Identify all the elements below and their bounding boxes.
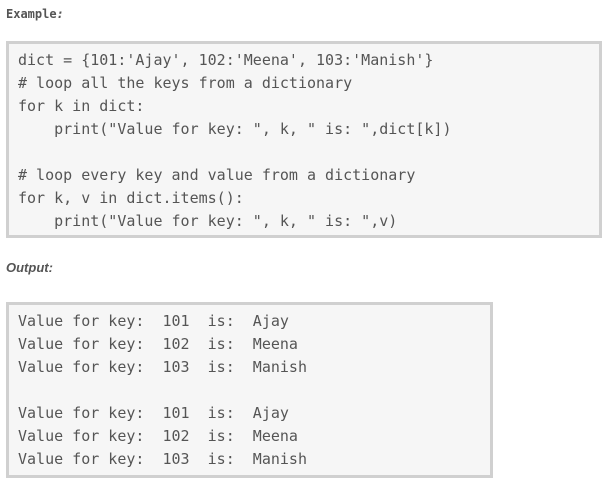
output-line: Value for key: 102 is: Meena [18, 335, 298, 353]
example-code-block: dict = {101:'Ajay', 102:'Meena', 103:'Ma… [6, 41, 602, 238]
code-line: print("Value for key: ", k, " is: ",dict… [18, 120, 452, 138]
code-line: for k, v in dict.items(): [18, 189, 244, 207]
output-heading: Output: [6, 260, 53, 275]
code-line: # loop all the keys from a dictionary [18, 74, 353, 92]
output-line: Value for key: 103 is: Manish [18, 358, 307, 376]
output-line: Value for key: 102 is: Meena [18, 427, 298, 445]
example-heading: Example: [6, 5, 64, 23]
output-line: Value for key: 103 is: Manish [18, 450, 307, 468]
output-code-block: Value for key: 101 is: Ajay Value for ke… [6, 302, 493, 478]
output-line: Value for key: 101 is: Ajay [18, 312, 289, 330]
code-line: for k in dict: [18, 97, 145, 115]
example-heading-text: Example [6, 7, 57, 21]
code-line: print("Value for key: ", k, " is: ",v) [18, 212, 398, 230]
code-line: dict = {101:'Ajay', 102:'Meena', 103:'Ma… [18, 51, 434, 69]
code-line: # loop every key and value from a dictio… [18, 166, 416, 184]
example-heading-colon: : [56, 7, 64, 21]
output-line: Value for key: 101 is: Ajay [18, 404, 289, 422]
